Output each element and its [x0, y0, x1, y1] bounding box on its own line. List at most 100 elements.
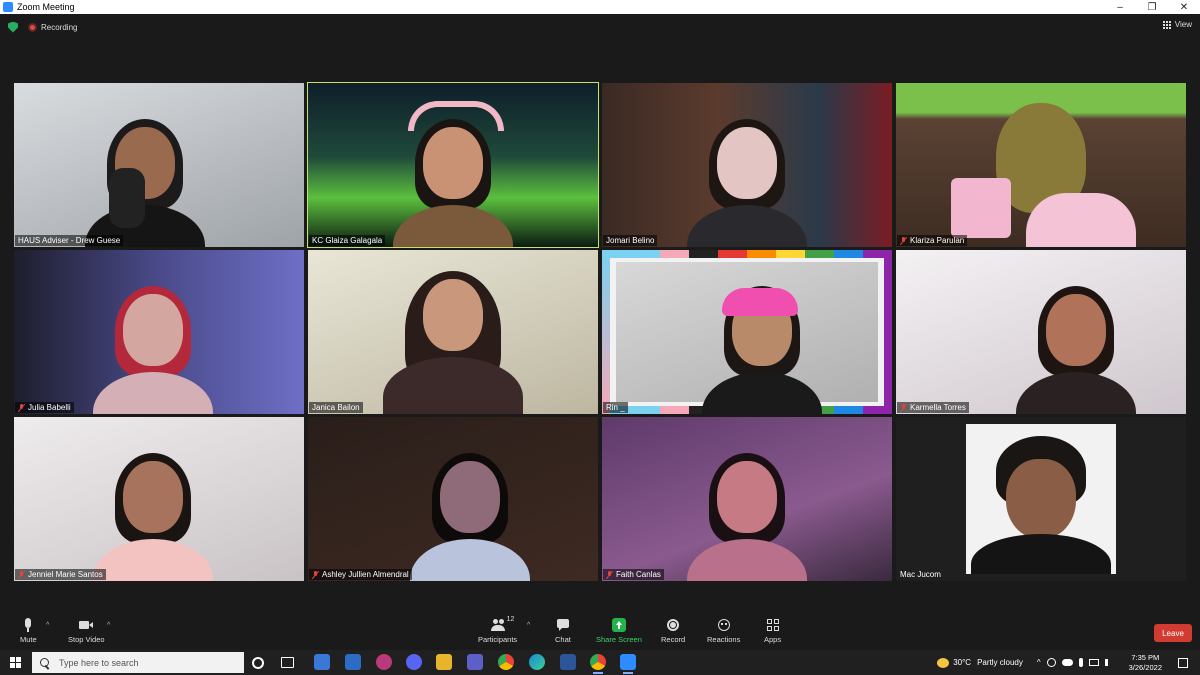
reactions-button[interactable]: Reactions	[707, 618, 740, 644]
chat-button[interactable]: Chat	[555, 618, 571, 644]
participant-tile[interactable]: Ashley Jullien Almendral	[308, 417, 598, 581]
minimize-button[interactable]: –	[1104, 0, 1136, 14]
participants-count-badge: 12	[506, 616, 515, 623]
participant-tile[interactable]: Klariza Parulan	[896, 83, 1186, 247]
pink-bag-prop	[951, 178, 1011, 238]
view-button[interactable]: View	[1162, 20, 1192, 29]
participant-name-tag: Klariza Parulan	[897, 235, 968, 246]
edge-icon[interactable]	[529, 654, 545, 670]
smiley-icon	[717, 618, 731, 632]
participant-tile[interactable]: Jomari Belino	[602, 83, 892, 247]
view-label: View	[1174, 20, 1192, 29]
microphone-icon	[21, 618, 35, 632]
participant-tile-active-speaker[interactable]: KC Glaiza Galagala	[307, 82, 599, 248]
participants-button[interactable]: 12 Participants	[478, 616, 517, 644]
browser-icon[interactable]	[376, 654, 392, 670]
discord-icon[interactable]	[406, 654, 422, 670]
participant-name-tag: Faith Canlas	[603, 569, 664, 580]
weather-icon[interactable]	[937, 657, 950, 668]
participant-tile[interactable]: Janica Bailon	[308, 250, 598, 414]
recording-indicator[interactable]: Recording	[28, 22, 78, 32]
zoom-app-icon	[3, 2, 13, 12]
participant-name-tag: Ashley Jullien Almendral	[309, 569, 412, 580]
participant-tile-video-off[interactable]: Mac Jucom	[896, 417, 1186, 581]
recording-dot-icon	[28, 22, 37, 32]
participant-video	[93, 451, 214, 581]
participant-tile[interactable]: Julia Babelli	[14, 250, 304, 414]
participant-tile[interactable]: Faith Canlas	[602, 417, 892, 581]
network-status-icon[interactable]	[1046, 658, 1056, 667]
recording-label: Recording	[41, 22, 78, 32]
participant-name-tag: Jenniel Marie Santos	[15, 569, 106, 580]
video-gallery: HAUS Adviser - Drew Guese KC Glaiza Gala…	[14, 82, 1186, 581]
pink-cowboy-hat-prop	[722, 288, 798, 316]
mute-button[interactable]: Mute	[20, 618, 37, 644]
participant-tile[interactable]: Karmella Torres	[896, 250, 1186, 414]
onedrive-cloud-icon[interactable]	[1061, 659, 1073, 666]
share-screen-button[interactable]: Share Screen	[596, 618, 642, 644]
participant-tile[interactable]: Jenniel Marie Santos	[14, 417, 304, 581]
file-explorer-icon[interactable]	[436, 654, 452, 670]
window-title: Zoom Meeting	[17, 2, 75, 12]
participant-name-tag: Julia Babelli	[15, 402, 74, 413]
battery-icon[interactable]	[1088, 659, 1099, 666]
window-titlebar: Zoom Meeting – ❐ ✕	[0, 0, 1200, 14]
search-icon	[40, 658, 49, 667]
leave-button[interactable]: Leave	[1154, 624, 1192, 642]
encryption-shield-icon[interactable]	[8, 21, 18, 33]
chrome-profile-icon[interactable]	[590, 654, 606, 674]
weather-description[interactable]: Partly cloudy	[977, 658, 1023, 667]
audio-options-caret-icon[interactable]: ^	[46, 622, 49, 629]
meeting-topbar: Recording View	[0, 14, 1200, 40]
close-button[interactable]: ✕	[1168, 0, 1200, 14]
record-button[interactable]: Record	[661, 618, 685, 644]
apps-button[interactable]: Apps	[764, 618, 781, 644]
video-options-caret-icon[interactable]: ^	[107, 622, 110, 629]
stop-video-button[interactable]: Stop Video	[68, 618, 105, 644]
teams-icon[interactable]	[467, 654, 483, 670]
participant-video	[383, 269, 523, 414]
participant-name-tag: Karmella Torres	[897, 402, 969, 413]
cat-ear-headphones-prop	[408, 101, 504, 131]
task-view-icon[interactable]	[281, 657, 294, 668]
store-icon[interactable]	[314, 654, 330, 670]
speaker-volume-icon[interactable]	[1104, 659, 1115, 666]
profile-picture	[966, 424, 1116, 574]
restore-button[interactable]: ❐	[1136, 0, 1168, 14]
muted-mic-icon	[900, 403, 907, 412]
participant-tile[interactable]: HAUS Adviser - Drew Guese	[14, 83, 304, 247]
mail-icon[interactable]	[345, 654, 361, 670]
participant-name-tag: HAUS Adviser - Drew Guese	[15, 235, 124, 246]
participant-video	[93, 284, 214, 414]
chrome-icon[interactable]	[498, 654, 514, 670]
participant-name-tag: KC Glaiza Galagala	[309, 235, 386, 246]
cortana-icon[interactable]	[252, 657, 264, 669]
participant-video	[393, 117, 513, 247]
pride-frame-right	[884, 250, 892, 414]
pride-frame-left	[602, 250, 610, 414]
notifications-icon[interactable]	[1178, 657, 1188, 668]
participant-name-tag: Janica Bailon	[309, 402, 363, 413]
weather-temperature[interactable]: 30°C	[953, 658, 971, 667]
participant-tile[interactable]: Rin _	[602, 250, 892, 414]
word-icon[interactable]	[560, 654, 576, 670]
participant-video	[410, 451, 531, 581]
windows-start-icon[interactable]	[10, 657, 21, 668]
participants-options-caret-icon[interactable]: ^	[527, 622, 530, 629]
muted-mic-icon	[18, 570, 25, 579]
pride-frame-top	[602, 250, 892, 258]
muted-mic-icon	[18, 403, 25, 412]
video-camera-icon	[79, 618, 94, 632]
grid-icon	[1162, 20, 1171, 29]
zoom-icon[interactable]	[620, 654, 636, 674]
participant-name-tag: Jomari Belino	[603, 235, 658, 246]
show-hidden-icons-icon[interactable]: ^	[1037, 658, 1041, 667]
participant-video	[687, 451, 807, 581]
system-tray: 30°C Partly cloudy ^ 7:35 PM 3/26/2022	[937, 650, 1200, 675]
participant-name-tag: Rin _	[603, 402, 628, 413]
taskbar-search-box[interactable]: Type here to search	[32, 652, 244, 673]
taskbar-clock[interactable]: 7:35 PM 3/26/2022	[1129, 653, 1162, 673]
windows-taskbar: Type here to search 30°C Partly cloudy ^…	[0, 650, 1200, 675]
tray-microphone-icon[interactable]	[1078, 658, 1083, 667]
muted-mic-icon	[606, 570, 613, 579]
